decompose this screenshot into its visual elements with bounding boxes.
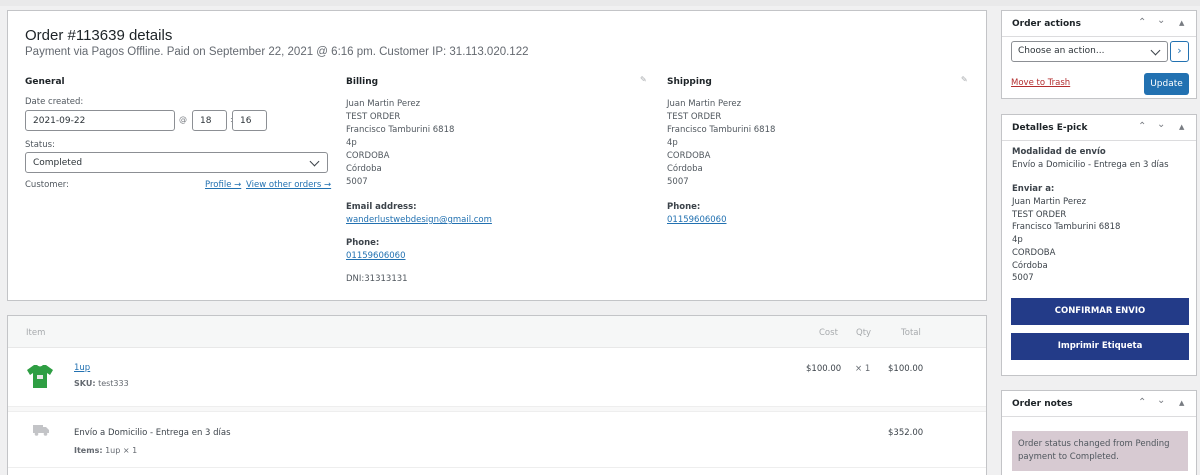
status-value: Completed	[33, 158, 83, 168]
product-qty: × 1	[855, 364, 871, 374]
tshirt-icon	[26, 362, 54, 390]
edit-billing-pencil-icon[interactable]: ✎	[640, 75, 647, 84]
cost-column-header: Cost	[819, 328, 838, 338]
order-actions-box: Order actions ⌃ ⌄ ▲ Choose an action... …	[1001, 10, 1197, 99]
shipping-items: Items: 1up × 1	[74, 446, 138, 455]
toggle-panel-icon[interactable]: ▲	[1179, 19, 1184, 27]
order-subtitle: Payment via Pagos Offline. Paid on Septe…	[25, 46, 529, 58]
order-action-select[interactable]: Choose an action...	[1011, 41, 1168, 62]
shipping-phone-link[interactable]: 01159606060	[667, 214, 727, 227]
billing-dni: DNI:31313131	[346, 274, 408, 284]
status-select[interactable]: Completed	[25, 152, 328, 173]
status-label: Status:	[25, 140, 55, 150]
item-column-header: Item	[26, 328, 46, 338]
apply-action-button[interactable]: ›	[1170, 41, 1189, 62]
order-notes-header: Order notes ⌃ ⌄ ▲	[1002, 391, 1196, 417]
hour-input[interactable]: 18	[192, 110, 227, 131]
imprimir-etiqueta-button[interactable]: Imprimir Etiqueta	[1011, 333, 1189, 360]
items-table-header: Item Cost Qty Total	[8, 316, 986, 348]
chevron-down-icon	[1150, 45, 1161, 56]
confirmar-envio-button[interactable]: CONFIRMAR ENVIO	[1011, 298, 1189, 325]
date-created-input[interactable]: 2021-09-22	[25, 110, 175, 131]
billing-phone-link[interactable]: 01159606060	[346, 250, 406, 263]
move-up-icon[interactable]: ⌃	[1138, 121, 1146, 132]
row-divider	[8, 467, 986, 468]
order-notes-title: Order notes	[1012, 399, 1073, 409]
shipping-address: Juan Martin Perez TEST ORDER Francisco T…	[667, 99, 776, 187]
enviar-a-label: Enviar a:	[1012, 184, 1055, 194]
move-down-icon[interactable]: ⌄	[1157, 395, 1165, 406]
truck-icon	[33, 425, 49, 436]
billing-heading: Billing	[346, 77, 379, 87]
product-sku: SKU: test333	[74, 379, 129, 388]
update-button[interactable]: Update	[1144, 73, 1189, 95]
at-sign: @	[179, 115, 187, 124]
qty-column-header: Qty	[856, 328, 872, 338]
move-down-icon[interactable]: ⌄	[1157, 15, 1165, 26]
billing-address: Juan Martin Perez TEST ORDER Francisco T…	[346, 99, 455, 187]
toggle-panel-icon[interactable]: ▲	[1179, 399, 1184, 407]
shipping-phone-label: Phone:	[667, 202, 701, 212]
order-actions-title: Order actions	[1012, 19, 1081, 29]
epick-details-box: Detalles E-pick ⌃ ⌄ ▲ Modalidad de envío…	[1001, 114, 1197, 376]
order-notes-box: Order notes ⌃ ⌄ ▲ Order status changed f…	[1001, 390, 1197, 475]
edit-shipping-pencil-icon[interactable]: ✎	[961, 75, 968, 84]
order-note-line: Order status changed from Pending	[1018, 439, 1170, 449]
general-heading: General	[25, 77, 65, 87]
total-column-header: Total	[901, 328, 921, 338]
move-down-icon[interactable]: ⌄	[1157, 119, 1165, 130]
product-name-link[interactable]: 1up	[74, 363, 90, 373]
chevron-down-icon	[309, 156, 320, 167]
modalidad-label: Modalidad de envío	[1012, 147, 1106, 157]
move-up-icon[interactable]: ⌃	[1138, 17, 1146, 28]
order-details-panel: Order #113639 details Payment via Pagos …	[7, 10, 987, 301]
billing-phone-label: Phone:	[346, 238, 380, 248]
top-bar	[0, 0, 1200, 6]
shipping-total: $352.00	[888, 428, 924, 438]
view-other-orders-link[interactable]: View other orders →	[246, 180, 331, 190]
minute-input[interactable]: 16	[232, 110, 267, 131]
product-cost: $100.00	[806, 364, 842, 374]
order-action-value: Choose an action...	[1018, 46, 1105, 56]
profile-link[interactable]: Profile →	[205, 180, 241, 190]
billing-email-link[interactable]: wanderlustwebdesign@gmail.com	[346, 214, 492, 227]
modalidad-value: Envío a Domicilio - Entrega en 3 días	[1012, 160, 1169, 170]
order-items-panel: Item Cost Qty Total 1up SKU: test333 $10…	[7, 315, 987, 475]
move-to-trash-link[interactable]: Move to Trash	[1011, 78, 1070, 88]
epick-address: Juan Martin Perez TEST ORDER Francisco T…	[1012, 197, 1121, 284]
customer-label: Customer:	[25, 180, 70, 190]
move-up-icon[interactable]: ⌃	[1138, 397, 1146, 408]
shipping-method-name: Envío a Domicilio - Entrega en 3 días	[74, 428, 231, 438]
order-note: Order status changed from Pending paymen…	[1012, 431, 1188, 471]
order-title: Order #113639 details	[25, 27, 173, 44]
toggle-panel-icon[interactable]: ▲	[1179, 123, 1184, 131]
order-actions-header: Order actions ⌃ ⌄ ▲	[1002, 11, 1196, 37]
product-total: $100.00	[888, 364, 924, 374]
billing-email-label: Email address:	[346, 202, 417, 212]
epick-title: Detalles E-pick	[1012, 123, 1088, 133]
row-divider	[8, 411, 986, 412]
epick-header: Detalles E-pick ⌃ ⌄ ▲	[1002, 115, 1196, 141]
order-note-line: payment to Completed.	[1018, 452, 1119, 462]
date-created-label: Date created:	[25, 97, 84, 107]
shipping-heading: Shipping	[667, 77, 712, 87]
